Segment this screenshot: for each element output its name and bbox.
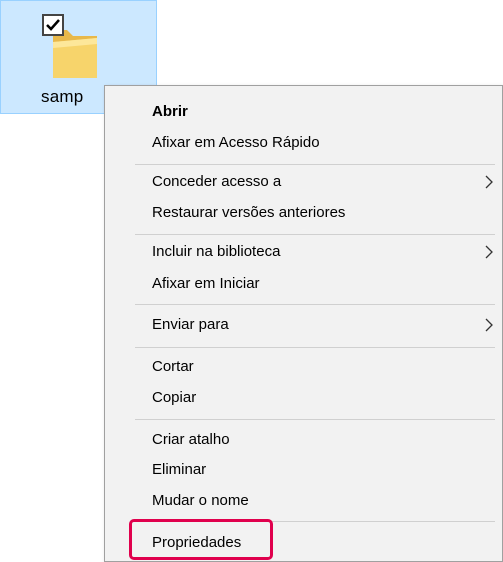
chevron-right-icon <box>485 318 493 332</box>
menu-item-afixar-acesso-rapido[interactable]: Afixar em Acesso Rápido <box>105 128 502 158</box>
menu-item-abrir[interactable]: Abrir <box>105 97 502 127</box>
menu-item-label: Cortar <box>152 358 194 375</box>
chevron-right-icon <box>485 245 493 259</box>
menu-separator <box>135 164 495 165</box>
menu-item-label: Abrir <box>152 103 188 120</box>
menu-item-incluir-biblioteca[interactable]: Incluir na biblioteca <box>105 237 502 267</box>
highlight-box <box>129 519 273 560</box>
folder-label: samp <box>41 87 84 106</box>
menu-item-label: Mudar o nome <box>152 492 249 509</box>
menu-item-copiar[interactable]: Copiar <box>105 383 502 413</box>
menu-separator <box>135 419 495 420</box>
menu-item-cortar[interactable]: Cortar <box>105 352 502 382</box>
menu-item-mudar-nome[interactable]: Mudar o nome <box>105 486 502 516</box>
menu-item-conceder-acesso[interactable]: Conceder acesso a <box>105 167 502 197</box>
menu-item-label: Incluir na biblioteca <box>152 243 281 260</box>
menu-item-label: Restaurar versões anteriores <box>152 204 346 221</box>
menu-item-label: Criar atalho <box>152 431 230 448</box>
menu-separator <box>135 234 495 235</box>
menu-item-restaurar-versoes[interactable]: Restaurar versões anteriores <box>105 198 502 228</box>
menu-item-label: Conceder acesso a <box>152 173 282 190</box>
menu-separator <box>135 347 495 348</box>
menu-separator <box>135 304 495 305</box>
menu-item-label: Eliminar <box>152 461 207 478</box>
menu-item-label: Copiar <box>152 389 197 406</box>
checkbox-icon[interactable] <box>42 14 64 36</box>
menu-item-label: Afixar em Acesso Rápido <box>152 134 320 151</box>
menu-item-eliminar[interactable]: Eliminar <box>105 455 502 485</box>
menu-item-afixar-iniciar[interactable]: Afixar em Iniciar <box>105 269 502 299</box>
menu-item-criar-atalho[interactable]: Criar atalho <box>105 425 502 455</box>
menu-item-enviar-para[interactable]: Enviar para <box>105 310 502 340</box>
menu-item-label: Enviar para <box>152 316 229 333</box>
menu-item-label: Afixar em Iniciar <box>152 275 260 292</box>
context-menu: Abrir Afixar em Acesso Rápido Conceder a… <box>104 85 503 562</box>
chevron-right-icon <box>485 175 493 189</box>
